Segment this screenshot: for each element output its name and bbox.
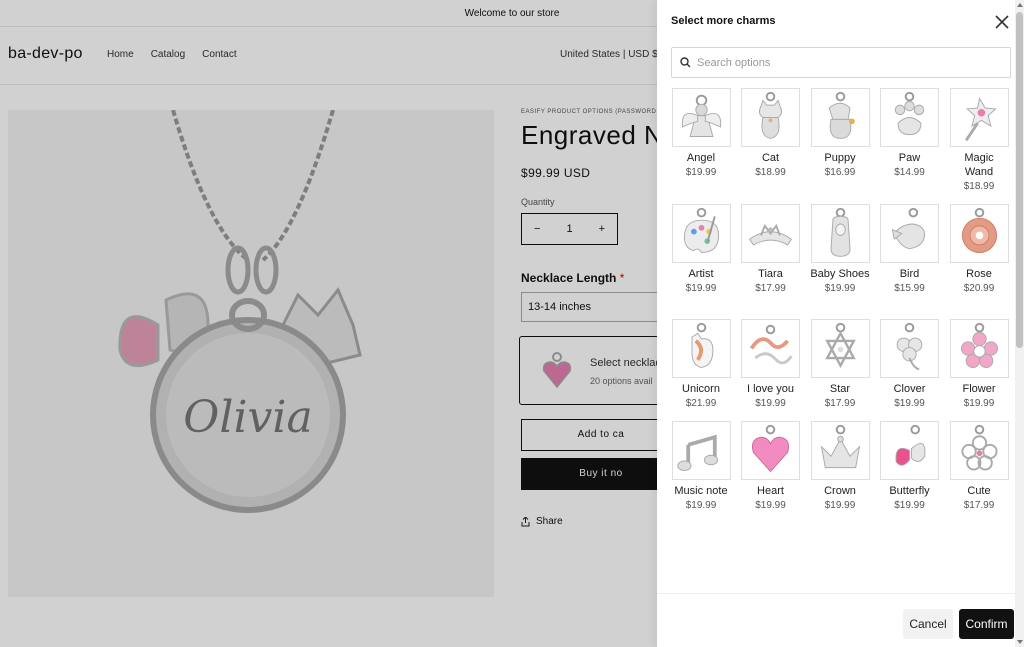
- charm-price: $14.99: [894, 167, 925, 178]
- charm-name: Tiara: [758, 268, 783, 280]
- charm-price: $21.99: [685, 398, 717, 409]
- clover-icon[interactable]: [880, 319, 939, 378]
- charm-price: $17.99: [824, 398, 856, 409]
- charm-price: $18.99: [755, 167, 786, 178]
- charm-name: Flower: [962, 383, 996, 395]
- scroll-down-icon[interactable]: [1017, 640, 1023, 644]
- charm-price: $19.99: [894, 500, 925, 511]
- charm-option-bird[interactable]: Bird $15.99: [880, 204, 940, 295]
- charm-option-cat[interactable]: Cat $18.99: [741, 88, 801, 179]
- flower-icon[interactable]: [949, 319, 1009, 378]
- charm-price: $17.99: [963, 500, 995, 511]
- charm-name: Bird: [899, 268, 920, 280]
- angel-icon[interactable]: [671, 88, 731, 147]
- cat-icon[interactable]: [741, 88, 800, 147]
- charm-price: $19.99: [685, 167, 717, 178]
- charm-selector-drawer: Select more charms Angel $19.99 Cat $18.99 P…: [657, 0, 1015, 647]
- charm-option-love[interactable]: I love you $19.99: [741, 319, 801, 410]
- charm-price: $19.99: [824, 283, 856, 294]
- charm-name: Puppy: [824, 152, 856, 164]
- rose-icon[interactable]: [949, 204, 1009, 263]
- charm-price: $18.99: [963, 181, 995, 192]
- charm-option-shoes[interactable]: Baby Shoes $19.99: [810, 204, 870, 295]
- charm-name: Star: [829, 383, 851, 395]
- drawer-title: Select more charms: [671, 15, 776, 27]
- charm-price: $19.99: [894, 398, 925, 409]
- charm-option-star[interactable]: Star $17.99: [810, 319, 870, 410]
- butterfly-icon[interactable]: [880, 421, 939, 480]
- paw-icon[interactable]: [880, 88, 939, 147]
- music-icon[interactable]: [671, 421, 731, 480]
- search-icon: [680, 57, 691, 68]
- scroll-up-icon[interactable]: [1017, 3, 1023, 7]
- charm-name: Butterfly: [889, 485, 930, 497]
- charm-option-paw[interactable]: Paw $14.99: [880, 88, 940, 179]
- charm-option-flower[interactable]: Flower $19.99: [949, 319, 1009, 410]
- scrollbar-thumb[interactable]: [1016, 12, 1023, 348]
- wand-icon[interactable]: [949, 88, 1009, 147]
- charm-option-butterfly[interactable]: Butterfly $19.99: [880, 421, 940, 512]
- shoes-icon[interactable]: [810, 204, 870, 263]
- charm-name: Cute: [967, 485, 991, 497]
- charm-option-cute[interactable]: Cute $17.99: [949, 421, 1009, 512]
- charm-price: $19.99: [824, 500, 856, 511]
- charm-name: Paw: [898, 152, 921, 164]
- charm-price: $19.99: [755, 500, 786, 511]
- charm-option-tiara[interactable]: Tiara $17.99: [741, 204, 801, 295]
- tiara-icon[interactable]: [741, 204, 800, 263]
- charm-name: Cat: [761, 152, 780, 164]
- cute-icon[interactable]: [949, 421, 1009, 480]
- heart-icon[interactable]: [741, 421, 800, 480]
- charm-option-angel[interactable]: Angel $19.99: [671, 88, 731, 179]
- charm-option-unicorn[interactable]: Unicorn $21.99: [671, 319, 731, 410]
- charm-name: Angel: [686, 152, 716, 164]
- charm-option-palette[interactable]: Artist $19.99: [671, 204, 731, 295]
- close-icon[interactable]: [994, 14, 1010, 30]
- drawer-footer: Cancel Confirm: [657, 593, 1015, 647]
- charm-name: Baby Shoes: [810, 268, 870, 280]
- search-box: [671, 47, 1011, 78]
- charm-price: $15.99: [894, 283, 925, 294]
- charm-price: $19.99: [755, 398, 786, 409]
- search-input[interactable]: [697, 56, 997, 69]
- charm-name: Heart: [757, 485, 784, 497]
- unicorn-icon[interactable]: [671, 319, 731, 378]
- charm-price: $17.99: [755, 283, 786, 294]
- cancel-button[interactable]: Cancel: [903, 609, 953, 639]
- charm-option-wand[interactable]: Magic Wand $18.99: [949, 88, 1009, 193]
- bird-icon[interactable]: [880, 204, 939, 263]
- charm-price: $16.99: [824, 167, 856, 178]
- charm-name: Unicorn: [682, 383, 720, 395]
- charm-price: $20.99: [963, 283, 995, 294]
- palette-icon[interactable]: [671, 204, 731, 263]
- confirm-button[interactable]: Confirm: [959, 609, 1014, 639]
- charm-option-music[interactable]: Music note $19.99: [671, 421, 731, 512]
- puppy-icon[interactable]: [810, 88, 870, 147]
- charm-price: $19.99: [963, 398, 995, 409]
- charm-price: $19.99: [685, 283, 717, 294]
- page-scrollbar[interactable]: [1015, 0, 1024, 647]
- charm-option-rose[interactable]: Rose $20.99: [949, 204, 1009, 295]
- charm-name: Artist: [688, 268, 714, 280]
- charm-name: Crown: [824, 485, 856, 497]
- charm-option-heart[interactable]: Heart $19.99: [741, 421, 801, 512]
- charm-name: Clover: [893, 383, 926, 395]
- charm-name: Music note: [674, 485, 728, 497]
- charm-name: Magic Wand: [964, 152, 994, 178]
- charm-price: $19.99: [685, 500, 717, 511]
- star-icon[interactable]: [810, 319, 870, 378]
- charm-option-clover[interactable]: Clover $19.99: [880, 319, 940, 410]
- crown-icon[interactable]: [810, 421, 870, 480]
- charm-name: Rose: [966, 268, 992, 280]
- charm-name: I love you: [746, 383, 795, 395]
- charm-option-crown[interactable]: Crown $19.99: [810, 421, 870, 512]
- love-icon[interactable]: [741, 319, 800, 378]
- charm-option-puppy[interactable]: Puppy $16.99: [810, 88, 870, 179]
